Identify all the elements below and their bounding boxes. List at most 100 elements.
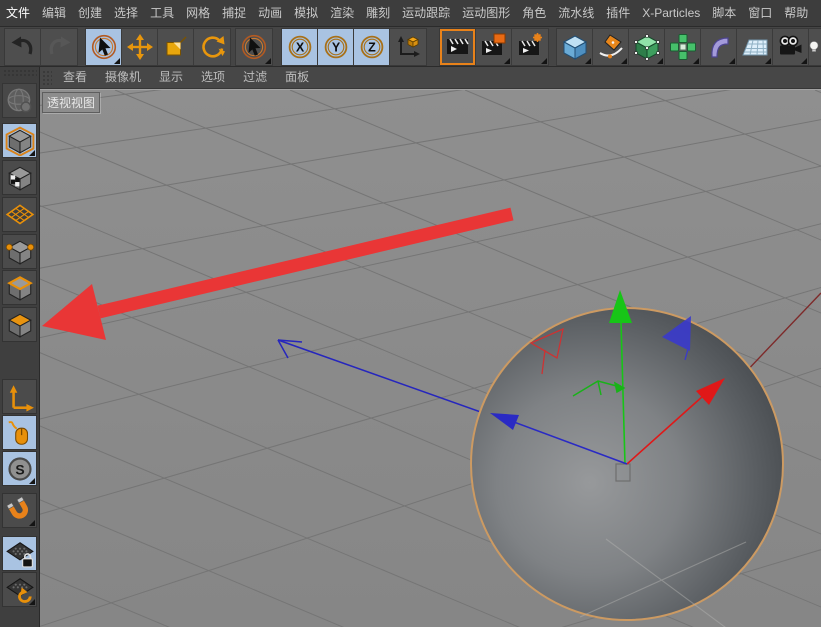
- render-group: [439, 28, 549, 66]
- points-mode-icon: [5, 237, 35, 267]
- workplane-mode-icon: [5, 200, 35, 230]
- workplane-align-icon: [5, 575, 35, 605]
- axis-lock-group: X Y Z: [281, 28, 427, 66]
- main-toolbar: X Y Z: [0, 27, 821, 67]
- menu-bar: 文件 编辑 创建 选择 工具 网格 捕捉 动画 模拟 渲染 雕刻 运动跟踪 运动…: [0, 0, 821, 27]
- floor-environment-button[interactable]: [737, 29, 773, 65]
- selection-cursor-icon: [240, 33, 268, 61]
- cinema4d-window: 文件 编辑 创建 选择 工具 网格 捕捉 动画 模拟 渲染 雕刻 运动跟踪 运动…: [0, 0, 821, 627]
- texture-mode-button[interactable]: [2, 160, 37, 195]
- coordinate-system-icon: [394, 33, 422, 61]
- menu-item-motion-tracker[interactable]: 运动跟踪: [396, 0, 456, 26]
- menu-item-snap[interactable]: 捕捉: [216, 0, 252, 26]
- floor-grid-icon: [741, 33, 769, 61]
- menu-item-simulate[interactable]: 模拟: [288, 0, 324, 26]
- svg-text:Y: Y: [331, 40, 340, 54]
- menu-item-create[interactable]: 创建: [72, 0, 108, 26]
- render-view-button[interactable]: [440, 29, 476, 65]
- menu-item-animate[interactable]: 动画: [252, 0, 288, 26]
- points-mode-button[interactable]: [2, 234, 37, 269]
- move-tool-button[interactable]: [122, 29, 158, 65]
- last-used-tool-button[interactable]: [236, 29, 272, 65]
- menu-item-sculpt[interactable]: 雕刻: [360, 0, 396, 26]
- enable-snap-button[interactable]: [2, 493, 37, 528]
- texture-mode-icon: [5, 163, 35, 193]
- undo-icon: [9, 33, 37, 61]
- pen-icon: [597, 33, 625, 61]
- tweak-mode-button[interactable]: [2, 415, 37, 450]
- generators-button[interactable]: [665, 29, 701, 65]
- light-icon: [809, 33, 821, 61]
- menu-item-select[interactable]: 选择: [108, 0, 144, 26]
- lock-y-axis-button[interactable]: Y: [318, 29, 354, 65]
- palette-drag-handle[interactable]: [3, 69, 37, 78]
- polygons-mode-button[interactable]: [2, 307, 37, 342]
- y-axis-icon: Y: [322, 33, 350, 61]
- viewport-menu-filter[interactable]: 过滤: [234, 67, 276, 88]
- magnet-icon: [5, 496, 35, 526]
- subdivision-surface-button[interactable]: [629, 29, 665, 65]
- menu-item-file[interactable]: 文件: [0, 0, 36, 26]
- live-selection-button[interactable]: [86, 29, 122, 65]
- viewport-menu-cameras[interactable]: 摄像机: [96, 67, 150, 88]
- redo-icon: [45, 33, 73, 61]
- align-workplane-button[interactable]: [2, 572, 37, 607]
- model-mode-button[interactable]: [2, 123, 37, 158]
- render-settings-icon: [517, 33, 544, 60]
- workplane-mode-button[interactable]: [2, 197, 37, 232]
- mode-palette: S: [0, 67, 40, 627]
- menu-item-render[interactable]: 渲染: [324, 0, 360, 26]
- menu-item-character[interactable]: 角色: [516, 0, 552, 26]
- make-editable-button[interactable]: [2, 83, 37, 118]
- redo-button[interactable]: [41, 29, 77, 65]
- rotate-tool-button[interactable]: [194, 29, 230, 65]
- menu-item-mograph[interactable]: 运动图形: [456, 0, 516, 26]
- menu-item-window[interactable]: 窗口: [742, 0, 778, 26]
- viewport-menu-view[interactable]: 查看: [54, 67, 96, 88]
- camera-button[interactable]: [773, 29, 809, 65]
- scale-tool-button[interactable]: [158, 29, 194, 65]
- menu-item-pipeline[interactable]: 流水线: [552, 0, 600, 26]
- rotate-icon: [198, 33, 226, 61]
- viewport-menu-panel[interactable]: 面板: [276, 67, 318, 88]
- viewport-view-label: 透视视图: [42, 92, 100, 113]
- menu-item-script[interactable]: 脚本: [706, 0, 742, 26]
- menu-item-plugins[interactable]: 插件: [600, 0, 636, 26]
- workplane-lock-icon: [5, 539, 35, 569]
- viewport-menu-options[interactable]: 选项: [192, 67, 234, 88]
- menu-item-help[interactable]: 帮助: [778, 0, 814, 26]
- enable-axis-icon: [5, 382, 35, 412]
- undo-redo-group: [4, 28, 78, 66]
- pen-spline-button[interactable]: [593, 29, 629, 65]
- snap-s-button[interactable]: S: [2, 451, 37, 486]
- enable-axis-button[interactable]: [2, 379, 37, 414]
- menu-item-tools[interactable]: 工具: [144, 0, 180, 26]
- add-cube-button[interactable]: [557, 29, 593, 65]
- polygons-mode-icon: [5, 310, 35, 340]
- viewport-menu-display[interactable]: 显示: [150, 67, 192, 88]
- deformers-button[interactable]: [701, 29, 737, 65]
- svg-text:Z: Z: [368, 40, 376, 54]
- menu-item-mesh[interactable]: 网格: [180, 0, 216, 26]
- lock-x-axis-button[interactable]: X: [282, 29, 318, 65]
- last-tool-group: [235, 28, 273, 66]
- menu-item-x-particles[interactable]: X-Particles: [636, 0, 706, 26]
- live-selection-icon: [90, 33, 118, 61]
- render-view-icon: [444, 33, 471, 60]
- annotation-arrow: [42, 214, 512, 340]
- edges-mode-button[interactable]: [2, 270, 37, 305]
- menu-item-edit[interactable]: 编辑: [36, 0, 72, 26]
- lock-workplane-button[interactable]: [2, 536, 37, 571]
- subdivision-surface-icon: [633, 33, 661, 61]
- coordinate-system-button[interactable]: [390, 29, 426, 65]
- viewport-menu-drag-handle[interactable]: [42, 70, 52, 86]
- viewport-canvas[interactable]: [40, 90, 821, 627]
- undo-button[interactable]: [5, 29, 41, 65]
- render-to-picture-viewer-button[interactable]: [476, 29, 512, 65]
- light-button[interactable]: [809, 29, 821, 65]
- perspective-viewport[interactable]: 透视视图: [40, 89, 821, 627]
- bend-deformer-icon: [705, 33, 733, 61]
- camera-icon: [777, 33, 805, 61]
- lock-z-axis-button[interactable]: Z: [354, 29, 390, 65]
- edit-render-settings-button[interactable]: [512, 29, 548, 65]
